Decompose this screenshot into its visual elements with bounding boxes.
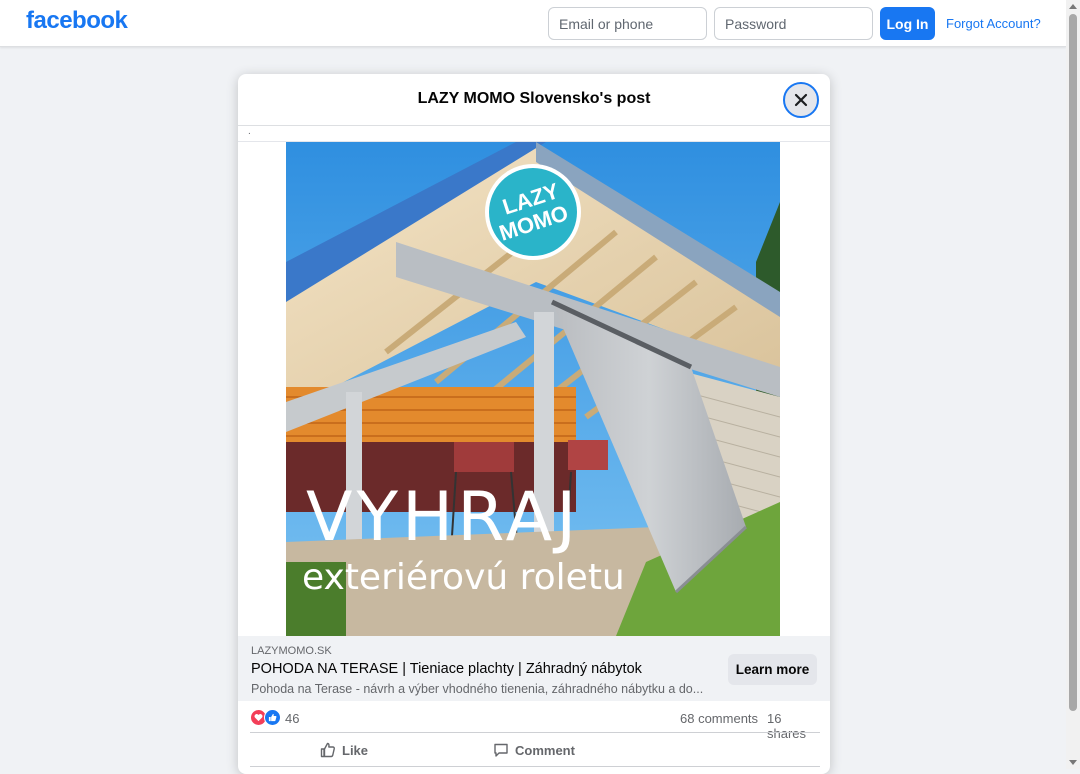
like-label: Like (342, 742, 369, 758)
like-icon (320, 742, 335, 758)
post-actions: Like Comment (250, 736, 820, 764)
divider (250, 732, 820, 733)
image-subline: exteriérovú roletu (302, 557, 625, 598)
learn-more-button[interactable]: Learn more (728, 654, 817, 685)
forgot-account-link[interactable]: Forgot Account? (946, 16, 1041, 31)
reaction-count[interactable]: 46 (285, 711, 299, 726)
close-icon (794, 93, 808, 107)
scroll-up-icon[interactable] (1069, 4, 1077, 9)
scroll-thumb[interactable] (1069, 14, 1077, 711)
page-scrollbar[interactable] (1066, 0, 1080, 769)
divider (250, 766, 820, 767)
close-button[interactable] (783, 82, 819, 118)
link-preview[interactable]: LAZYMOMO.SK POHODA NA TERASE | Tieniace … (238, 636, 830, 701)
modal-title: LAZY MOMO Slovensko's post (417, 90, 651, 107)
top-navigation-bar: facebook Log In Forgot Account? (0, 0, 1066, 47)
like-button[interactable]: Like (320, 736, 368, 764)
login-button[interactable]: Log In (880, 7, 935, 40)
caption-text: . (248, 126, 251, 137)
link-description: Pohoda na Terase - návrh a výber vhodnéh… (251, 682, 704, 696)
comments-count[interactable]: 68 comments (680, 711, 758, 726)
comment-label: Comment (515, 742, 575, 758)
reactions-summary: 46 68 comments 16 shares (250, 708, 820, 741)
thumbs-up-icon (264, 709, 281, 726)
comment-button[interactable]: Comment (493, 736, 575, 764)
link-title[interactable]: POHODA NA TERASE | Tieniace plachty | Zá… (251, 661, 642, 677)
post-modal: LAZY MOMO Slovensko's post . LAZY MOMO V… (238, 74, 830, 774)
comment-icon (494, 743, 508, 757)
reaction-icons[interactable] (250, 709, 282, 727)
image-headline: VYHRAJ (306, 478, 580, 557)
facebook-logo[interactable]: facebook (26, 7, 128, 35)
post-image[interactable]: LAZY MOMO VYHRAJ exteriérovú roletu (286, 142, 780, 636)
password-input[interactable] (714, 7, 873, 40)
carport-photo: LAZY MOMO VYHRAJ exteriérovú roletu (286, 142, 780, 636)
scroll-down-icon[interactable] (1069, 760, 1077, 765)
link-domain: LAZYMOMO.SK (251, 645, 332, 657)
truncated-caption: . (238, 126, 830, 142)
modal-header: LAZY MOMO Slovensko's post (238, 74, 830, 126)
email-input[interactable] (548, 7, 707, 40)
